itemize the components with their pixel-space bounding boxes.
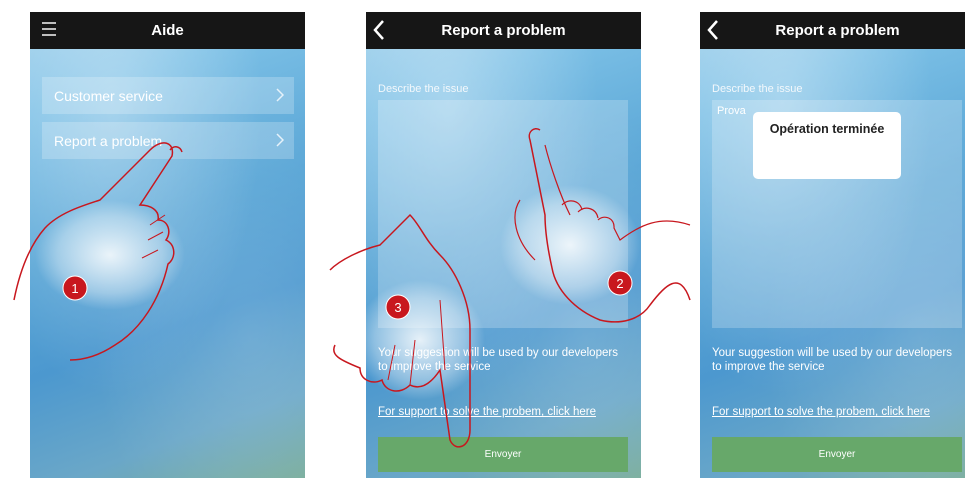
support-link[interactable]: For support to solve the probem, click h… xyxy=(712,406,930,418)
send-button[interactable]: Envoyer xyxy=(378,437,628,472)
send-button[interactable]: Envoyer xyxy=(712,437,962,472)
describe-issue-label: Describe the issue xyxy=(378,83,469,95)
support-link[interactable]: For support to solve the probem, click h… xyxy=(378,406,596,418)
page-title: Aide xyxy=(151,22,184,39)
topbar: Aide xyxy=(30,12,305,49)
success-toast: Opération terminée xyxy=(753,112,901,179)
menu-item-report-problem[interactable]: Report a problem xyxy=(42,122,294,159)
back-arrow-icon[interactable] xyxy=(372,19,386,41)
issue-textarea[interactable] xyxy=(378,100,628,328)
chevron-right-icon xyxy=(276,88,284,102)
chevron-right-icon xyxy=(276,133,284,147)
menu-item-label: Report a problem xyxy=(54,132,163,149)
page-title: Report a problem xyxy=(775,22,900,39)
menu-item-label: Customer service xyxy=(54,87,163,104)
back-arrow-icon[interactable] xyxy=(706,19,720,41)
issue-textarea-value: Prova xyxy=(717,105,746,117)
phone-screen-report-empty: Report a problem Describe the issue Your… xyxy=(366,12,641,478)
phone-screen-help: Aide Customer service Report a problem xyxy=(30,12,305,478)
menu-item-customer-service[interactable]: Customer service xyxy=(42,77,294,114)
topbar: Report a problem xyxy=(700,12,965,49)
suggestion-info-text: Your suggestion will be used by our deve… xyxy=(378,347,618,373)
hamburger-menu-icon[interactable] xyxy=(42,22,56,38)
topbar: Report a problem xyxy=(366,12,641,49)
suggestion-info-text: Your suggestion will be used by our deve… xyxy=(712,347,952,373)
describe-issue-label: Describe the issue xyxy=(712,83,803,95)
phone-screen-report-done: Report a problem Describe the issue Prov… xyxy=(700,12,965,478)
page-title: Report a problem xyxy=(441,22,566,39)
